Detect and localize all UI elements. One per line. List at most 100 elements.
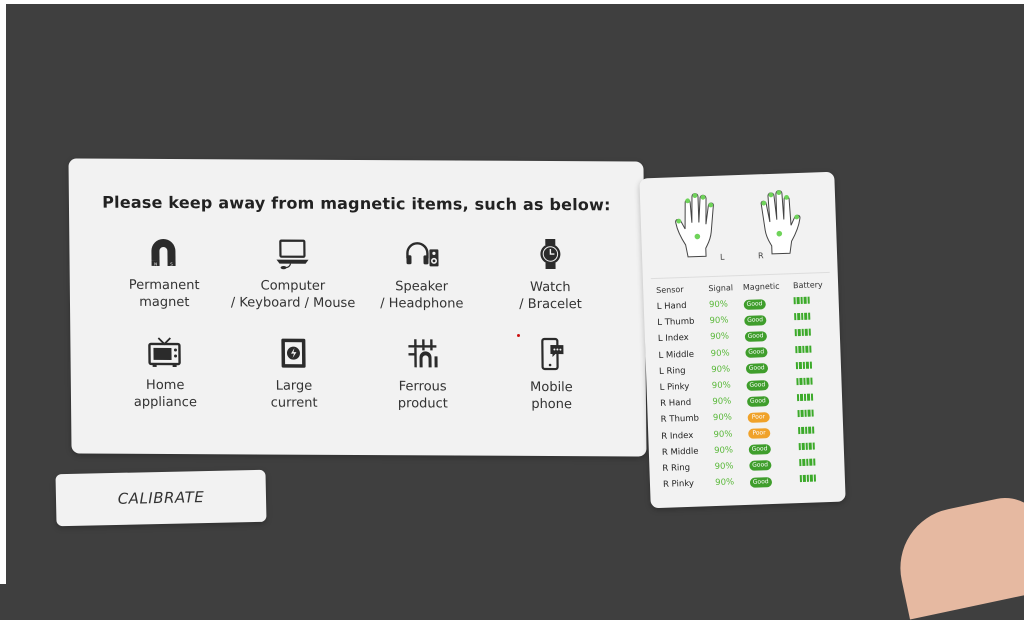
battery-bar <box>804 410 808 418</box>
magnetic-status-badge: Good <box>749 476 772 488</box>
battery-bar <box>803 296 807 304</box>
magnetic-items-grid: N S Permanent magnet Computer / Keyboard… <box>99 235 616 438</box>
battery-bar <box>799 377 803 386</box>
battery-bar <box>804 426 808 434</box>
magnetic-status-badge: Good <box>743 314 767 326</box>
battery-bar <box>797 313 801 321</box>
battery-bar <box>809 345 812 353</box>
sensor-name: L Ring <box>658 365 686 377</box>
battery-bar <box>798 345 802 353</box>
battery-bar <box>809 361 813 369</box>
magnetic-cell: Good <box>745 375 796 393</box>
signal-value: 90% <box>710 348 730 359</box>
item-label: Permanent magnet <box>128 277 200 311</box>
battery-bar <box>803 377 807 385</box>
battery-bar <box>796 394 800 402</box>
battery-bar <box>797 410 801 418</box>
battery-bar <box>800 296 804 305</box>
signal-value: 90% <box>713 429 733 440</box>
battery-bar <box>805 329 808 337</box>
battery-level-icon <box>798 442 817 453</box>
battery-level-icon <box>794 312 812 324</box>
magnetic-cell: Good <box>743 327 794 345</box>
item-label: Large current <box>270 378 318 411</box>
hand-diagrams: L R <box>660 182 823 268</box>
item-permanent-magnet: N S Permanent magnet <box>99 235 229 336</box>
battery-level-icon <box>795 361 814 372</box>
item-ferrous-product: Ferrous product <box>358 336 488 437</box>
item-computer: Computer / Keyboard / Mouse <box>228 235 358 336</box>
battery-bar <box>797 426 801 434</box>
battery-bar <box>799 458 802 467</box>
signal-value: 90% <box>708 299 729 311</box>
battery-bar <box>806 377 810 385</box>
sensor-table: Sensor Signal Magnetic Battery L Hand 90%… <box>655 278 840 493</box>
magnetic-status-badge: Good <box>748 444 771 456</box>
battery-cell <box>794 341 836 359</box>
magnetic-cell: Poor <box>746 407 797 425</box>
battery-bar <box>799 361 802 369</box>
item-large-current: Large current <box>229 335 359 436</box>
battery-bar <box>795 361 799 369</box>
battery-level-icon <box>796 393 815 405</box>
battery-bar <box>801 329 805 337</box>
battery-level-icon <box>797 409 815 421</box>
battery-bar <box>812 442 816 450</box>
battery-bar <box>794 329 798 337</box>
item-watch-bracelet: Watch / Bracelet <box>485 237 615 338</box>
battery-bar <box>803 394 807 402</box>
magnetic-cell: Good <box>744 343 795 361</box>
sensor-status-panel: L R Sensor Signal Magnetic Battery L Han… <box>639 171 846 509</box>
laptop-icon <box>276 239 309 270</box>
battery-level-icon <box>794 329 813 340</box>
battery-cell <box>798 455 840 473</box>
battery-bar <box>811 409 815 418</box>
battery-cell <box>795 358 837 376</box>
battery-bar <box>808 329 812 337</box>
header-signal: Signal <box>708 283 734 294</box>
signal-value: 90% <box>715 477 735 489</box>
sensor-name: R Ring <box>662 462 691 474</box>
signal-value: 90% <box>712 396 732 408</box>
magnetic-cell: Poor <box>747 424 798 442</box>
battery-bar <box>809 442 812 450</box>
battery-bar <box>813 474 817 482</box>
ferrous-grid-icon <box>408 339 438 368</box>
magnet-icon: N S <box>151 238 176 267</box>
magnetic-cell: Good <box>747 440 798 458</box>
battery-bar <box>798 442 802 450</box>
battery-bar <box>799 475 803 483</box>
battery-cell <box>797 438 839 456</box>
signal-value: 90% <box>709 331 730 343</box>
tv-icon <box>148 337 182 368</box>
magnetic-cell: Good <box>742 294 793 312</box>
battery-bar <box>806 458 809 466</box>
sensor-name: L Index <box>657 333 689 345</box>
signal-value: 90% <box>711 364 731 375</box>
magnetic-status-badge: Poor <box>747 428 771 439</box>
battery-level-icon <box>797 426 816 437</box>
magnetic-cell: Good <box>746 391 797 409</box>
window-edge-left <box>0 0 6 584</box>
battery-bar <box>806 474 810 482</box>
magnetic-status-badge: Good <box>749 460 772 472</box>
battery-cell <box>796 390 838 408</box>
item-speaker-headphone: Speaker / Headphone <box>357 236 487 337</box>
battery-bar <box>794 313 797 321</box>
item-label: Computer / Keyboard / Mouse <box>230 278 356 311</box>
signal-value: 90% <box>711 380 731 392</box>
gaze-pointer-dot <box>517 334 520 337</box>
battery-level-icon <box>795 345 813 356</box>
header-battery: Battery <box>792 280 823 291</box>
calibrate-button[interactable]: CALIBRATE <box>55 469 267 527</box>
battery-bar <box>802 345 805 353</box>
item-mobile-phone: Mobile phone <box>487 337 617 438</box>
battery-bar <box>805 345 809 353</box>
battery-bar <box>808 426 812 434</box>
battery-bar <box>809 458 813 466</box>
window-edge-top <box>0 0 1024 4</box>
sensor-name: R Pinky <box>662 478 695 491</box>
magnetic-status-badge: Good <box>745 347 768 359</box>
left-hand-icon: L <box>675 193 725 262</box>
battery-bar <box>811 426 815 434</box>
